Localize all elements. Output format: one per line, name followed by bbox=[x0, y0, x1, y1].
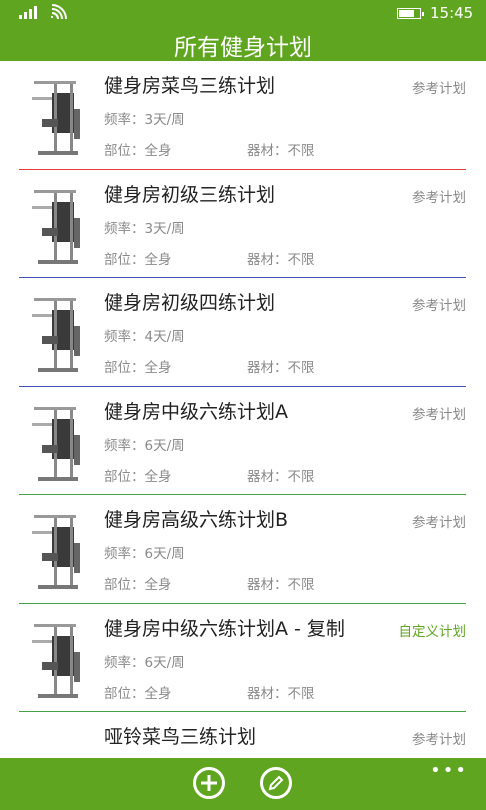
plan-item[interactable]: 哑铃菜鸟三练计划 参考计划 bbox=[0, 712, 486, 758]
plan-item[interactable]: 健身房初级三练计划 参考计划 频率：3天/周 部位：全身 器材：不限 bbox=[0, 170, 486, 278]
plan-name: 健身房中级六练计划A bbox=[104, 400, 288, 423]
gym-machine-icon bbox=[32, 81, 80, 155]
plan-body-part: 部位：全身 bbox=[104, 360, 172, 376]
plan-frequency: 频率：3天/周 bbox=[104, 220, 185, 237]
app-bar: ••• bbox=[0, 758, 486, 810]
clock: 15:45 bbox=[430, 4, 474, 22]
plan-frequency: 频率：3天/周 bbox=[104, 112, 185, 128]
plan-equipment: 器材：不限 bbox=[247, 685, 315, 702]
pencil-icon bbox=[268, 775, 284, 791]
plan-item[interactable]: 健身房中级六练计划A 参考计划 频率：6天/周 部位：全身 器材：不限 bbox=[0, 387, 486, 495]
gym-machine-icon bbox=[32, 406, 80, 481]
plan-frequency: 频率：6天/周 bbox=[104, 437, 185, 454]
add-button[interactable] bbox=[193, 767, 225, 799]
dumbbell-icon bbox=[28, 742, 84, 758]
plan-name: 健身房初级三练计划 bbox=[104, 183, 276, 206]
plan-equipment: 器材：不限 bbox=[247, 468, 315, 485]
plan-name: 健身房高级六练计划B bbox=[104, 509, 289, 531]
plan-tag: 参考计划 bbox=[412, 406, 466, 423]
plan-item[interactable]: 健身房菜鸟三练计划 参考计划 频率：3天/周 部位：全身 器材：不限 bbox=[0, 61, 486, 170]
plan-equipment: 器材：不限 bbox=[247, 143, 315, 159]
plus-icon bbox=[201, 775, 217, 791]
plan-tag: 参考计划 bbox=[412, 81, 466, 97]
plan-tag: 参考计划 bbox=[412, 515, 466, 531]
plan-equipment: 器材：不限 bbox=[247, 577, 315, 593]
plan-name: 哑铃菜鸟三练计划 bbox=[104, 726, 257, 748]
plan-item[interactable]: 健身房初级四练计划 参考计划 频率：4天/周 部位：全身 器材：不限 bbox=[0, 278, 486, 387]
plan-body-part: 部位：全身 bbox=[104, 468, 172, 485]
plan-body-part: 部位：全身 bbox=[104, 685, 172, 702]
gym-machine-icon bbox=[32, 515, 80, 589]
battery-icon bbox=[397, 8, 424, 19]
wifi-icon bbox=[51, 4, 67, 20]
more-button[interactable]: ••• bbox=[430, 760, 468, 781]
page-title: 所有健身计划 bbox=[174, 35, 312, 61]
plan-tag: 参考计划 bbox=[412, 298, 466, 314]
plan-body-part: 部位：全身 bbox=[104, 251, 172, 268]
plan-item[interactable]: 健身房中级六练计划A - 复制 自定义计划 频率：6天/周 部位：全身 器材：不… bbox=[0, 604, 486, 712]
plan-tag: 自定义计划 bbox=[398, 623, 467, 640]
plan-frequency: 频率：6天/周 bbox=[104, 654, 185, 671]
plan-list[interactable]: 健身房菜鸟三练计划 参考计划 频率：3天/周 部位：全身 器材：不限 健身房初级… bbox=[0, 61, 486, 758]
plan-name: 健身房中级六练计划A - 复制 bbox=[104, 617, 345, 640]
title-bar: 所有健身计划 bbox=[0, 26, 486, 61]
plan-tag: 参考计划 bbox=[412, 189, 466, 206]
plan-equipment: 器材：不限 bbox=[247, 251, 315, 268]
plan-item[interactable]: 健身房高级六练计划B 参考计划 频率：6天/周 部位：全身 器材：不限 bbox=[0, 495, 486, 604]
plan-body-part: 部位：全身 bbox=[104, 577, 172, 593]
plan-tag: 参考计划 bbox=[412, 732, 466, 748]
plan-equipment: 器材：不限 bbox=[247, 360, 315, 376]
gym-machine-icon bbox=[32, 189, 80, 264]
gym-machine-icon bbox=[32, 298, 80, 372]
plan-name: 健身房初级四练计划 bbox=[104, 292, 276, 314]
plan-name: 健身房菜鸟三练计划 bbox=[104, 75, 276, 97]
gym-machine-icon bbox=[32, 623, 80, 698]
plan-body-part: 部位：全身 bbox=[104, 143, 172, 159]
edit-button[interactable] bbox=[260, 767, 292, 799]
signal-strength-icon bbox=[19, 6, 41, 19]
plan-frequency: 频率：4天/周 bbox=[104, 329, 185, 345]
status-bar: 15:45 bbox=[0, 0, 486, 26]
plan-frequency: 频率：6天/周 bbox=[104, 546, 185, 562]
